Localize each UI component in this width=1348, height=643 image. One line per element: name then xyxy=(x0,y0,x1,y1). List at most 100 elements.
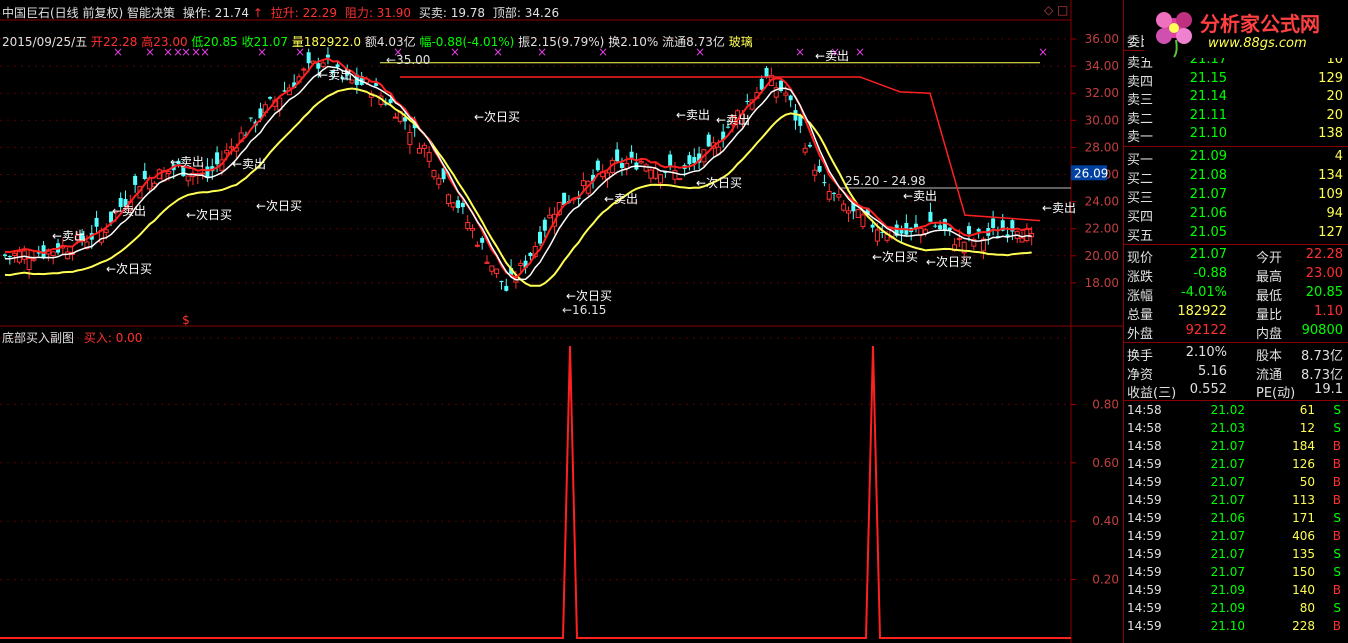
candle-body-up xyxy=(494,268,500,274)
candle-body-up xyxy=(12,252,18,257)
order-price: 21.10 xyxy=(1189,126,1227,142)
logo-url[interactable]: www.88gs.com xyxy=(1208,36,1307,51)
candle-body-down xyxy=(822,182,827,184)
candle-body-down xyxy=(991,218,996,228)
buy-order-row: 买三 21.07 109 xyxy=(1124,186,1348,206)
buy-signal-label: ←次日买 xyxy=(566,289,612,303)
candle-body-up xyxy=(812,169,818,176)
sub-chart-title: 底部买入副图 xyxy=(2,331,75,345)
site-logo: 分析家公式网 www.88gs.com xyxy=(1144,0,1348,58)
tick-side: B xyxy=(1332,529,1341,543)
open-label: 开22.28 xyxy=(91,35,138,49)
order-volume: 129 xyxy=(1318,70,1343,86)
chart-area[interactable]: 36.0034.0032.0030.0028.0026.0024.0022.00… xyxy=(0,0,1123,643)
candle-body-up xyxy=(484,261,490,264)
fundamental-row: 换手 2.10% 股本 8.73亿 xyxy=(1124,344,1348,364)
candle-body-down xyxy=(692,156,697,164)
tick-side: S xyxy=(1333,421,1341,435)
quote-row: 涨跌 -0.88 最高 23.00 xyxy=(1124,265,1348,285)
order-price: 21.14 xyxy=(1189,89,1227,105)
order-label: 买一 xyxy=(1127,153,1154,168)
candle-body-down xyxy=(615,149,620,162)
fundamental-value: 2.10% xyxy=(1185,345,1227,360)
tick-row: 14:59 21.06 171 S xyxy=(1124,510,1348,528)
y-tick-label: 24.00 xyxy=(1085,195,1119,209)
candle-body-down xyxy=(528,252,533,257)
sell-signal-label: ←卖出 xyxy=(903,189,937,203)
tick-price: 21.03 xyxy=(1210,421,1245,435)
quote-value: 1.10 xyxy=(1314,304,1343,319)
quote-label: 涨幅 xyxy=(1127,289,1154,304)
order-volume: 127 xyxy=(1318,225,1343,240)
signal-marker-icon: × xyxy=(795,45,805,59)
quote-value: -4.01% xyxy=(1181,285,1227,300)
fundamental-label: 股本 xyxy=(1256,349,1283,364)
tick-volume: 135 xyxy=(1292,547,1315,561)
candle-body-down xyxy=(947,227,952,231)
range-label: 25.20 - 24.98 xyxy=(845,174,926,188)
candle-body-up xyxy=(166,170,172,175)
sell-signal-label: ←卖出 xyxy=(170,155,204,169)
buy-order-row: 买一 21.09 4 xyxy=(1124,148,1348,168)
candle-body-down xyxy=(133,175,138,185)
quote-value: -0.88 xyxy=(1193,266,1227,281)
candle-body-down xyxy=(687,155,692,165)
candle-body-up xyxy=(320,62,326,68)
quote-value: 90800 xyxy=(1301,323,1343,338)
tick-row: 14:59 21.07 150 S xyxy=(1124,564,1348,582)
window-controls-icon[interactable]: ◇ □ xyxy=(1044,3,1068,17)
candle-body-down xyxy=(388,99,393,104)
y-tick-label: 36.00 xyxy=(1085,32,1119,46)
panel-separator xyxy=(1124,244,1348,245)
candle-body-down xyxy=(538,231,543,244)
tick-row: 14:59 21.09 140 B xyxy=(1124,582,1348,600)
low-label: ←16.15 xyxy=(562,303,606,317)
kline-chart[interactable]: 36.0034.0032.0030.0028.0026.0024.0022.00… xyxy=(0,0,1123,643)
fundamental-value: 0.552 xyxy=(1189,382,1227,397)
sector-label[interactable]: 玻璃 xyxy=(729,35,753,49)
panel-separator xyxy=(1124,342,1348,343)
candle-body-down xyxy=(504,285,509,291)
candle-body-down xyxy=(759,78,764,90)
logo-text: 分析家公式网 xyxy=(1200,12,1320,36)
candle-body-up xyxy=(421,144,427,149)
sell-signal-label: ←卖出 xyxy=(1042,201,1076,215)
candle-body-up xyxy=(465,221,471,230)
buy-order-row: 买五 21.05 127 xyxy=(1124,224,1348,244)
tick-price: 21.02 xyxy=(1210,403,1245,417)
quote-row: 总量 182922 量比 1.10 xyxy=(1124,303,1348,323)
buy-signal-label: ←次日买 xyxy=(256,199,302,213)
candle-body-up xyxy=(21,250,27,260)
quote-value: 92122 xyxy=(1185,323,1227,338)
candle-body-up xyxy=(26,258,32,270)
candle-body-up xyxy=(407,131,413,146)
order-price: 21.11 xyxy=(1189,107,1227,123)
candle-body-up xyxy=(436,177,442,185)
chart-header: 中国巨石(日线 前复权) 智能决策 操作: 21.74 ↑ 拉升: 22.29 … xyxy=(2,4,559,21)
signal-marker-icon: × xyxy=(1038,45,1048,59)
quote-value: 21.07 xyxy=(1189,247,1227,262)
sub-y-tick-label: 0.60 xyxy=(1092,456,1119,470)
tick-volume: 150 xyxy=(1292,565,1315,579)
candle-body-down xyxy=(7,256,12,258)
tick-side: S xyxy=(1333,601,1341,615)
tick-side: B xyxy=(1332,457,1341,471)
candle-body-up xyxy=(450,202,456,208)
tick-volume: 184 xyxy=(1292,439,1315,453)
candle-body-down xyxy=(619,163,624,168)
buy-signal-label: ←次日买 xyxy=(872,250,918,264)
fundamental-value: 8.73亿 xyxy=(1301,367,1343,383)
tick-side: S xyxy=(1333,403,1341,417)
order-label: 卖四 xyxy=(1127,74,1154,90)
tick-volume: 406 xyxy=(1292,529,1315,543)
order-volume: 94 xyxy=(1326,206,1343,221)
sub-chart-header: 底部买入副图 买入: 0.00 xyxy=(2,329,142,346)
ohlc-line: 2015/09/25/五 开22.28 高23.00 低20.85 收21.07… xyxy=(2,33,753,50)
buy-order-row: 买二 21.08 134 xyxy=(1124,167,1348,187)
candle-body-up xyxy=(518,262,524,266)
tick-price: 21.07 xyxy=(1210,493,1245,507)
sell-signal-label: ←卖出 xyxy=(112,204,146,218)
op-label: 操作: 21.74 xyxy=(182,6,250,20)
sell-order-row: 卖三 21.14 20 xyxy=(1124,88,1348,108)
candle-body-up xyxy=(658,174,664,184)
